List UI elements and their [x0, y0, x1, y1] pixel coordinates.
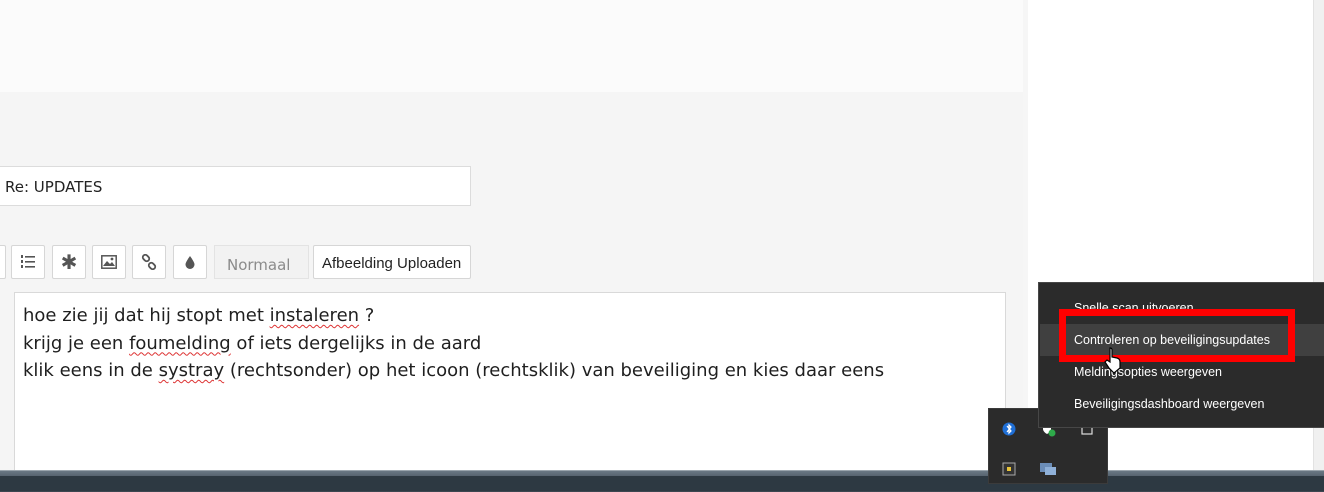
app-tray-icon[interactable]	[1000, 460, 1018, 478]
numbered-list-button[interactable]	[11, 245, 45, 279]
misspelled-word: instaleren	[269, 305, 360, 326]
insert-image-button[interactable]	[92, 245, 126, 279]
page-header-area	[0, 0, 1023, 92]
text-color-button[interactable]	[173, 245, 207, 279]
format-select[interactable]: Normaal	[214, 245, 309, 279]
message-editor[interactable]: hoe zie jij dat hij stopt met instaleren…	[14, 292, 1006, 482]
list-button[interactable]	[0, 245, 6, 279]
cursor-icon	[1104, 347, 1121, 374]
color-drop-icon	[185, 256, 195, 269]
editor-line: krijg je een foumelding of iets dergelij…	[23, 332, 482, 354]
misspelled-word: foumelding	[129, 332, 231, 354]
numbered-list-icon	[21, 255, 35, 268]
insert-link-button[interactable]	[132, 245, 166, 279]
annotation-highlight-box	[1059, 309, 1295, 362]
misspelled-word: systray	[158, 360, 225, 381]
subject-input[interactable]: Re: UPDATES	[0, 166, 471, 206]
editor-line: hoe zie jij dat hij stopt met instaleren…	[23, 305, 375, 326]
special-char-button[interactable]: ✱	[52, 245, 86, 279]
asterisk-icon: ✱	[60, 250, 78, 274]
bluetooth-icon[interactable]	[1000, 420, 1018, 438]
menu-item-security-dashboard[interactable]: Beveiligingsdashboard weergeven	[1040, 388, 1324, 420]
network-icon[interactable]	[1039, 460, 1057, 478]
image-icon	[101, 255, 117, 269]
taskbar-strip	[0, 476, 1324, 491]
upload-image-button[interactable]: Afbeelding Uploaden	[313, 245, 471, 279]
editor-line: klik eens in de systray (rechtsonder) op…	[23, 360, 885, 381]
link-icon	[141, 254, 157, 270]
